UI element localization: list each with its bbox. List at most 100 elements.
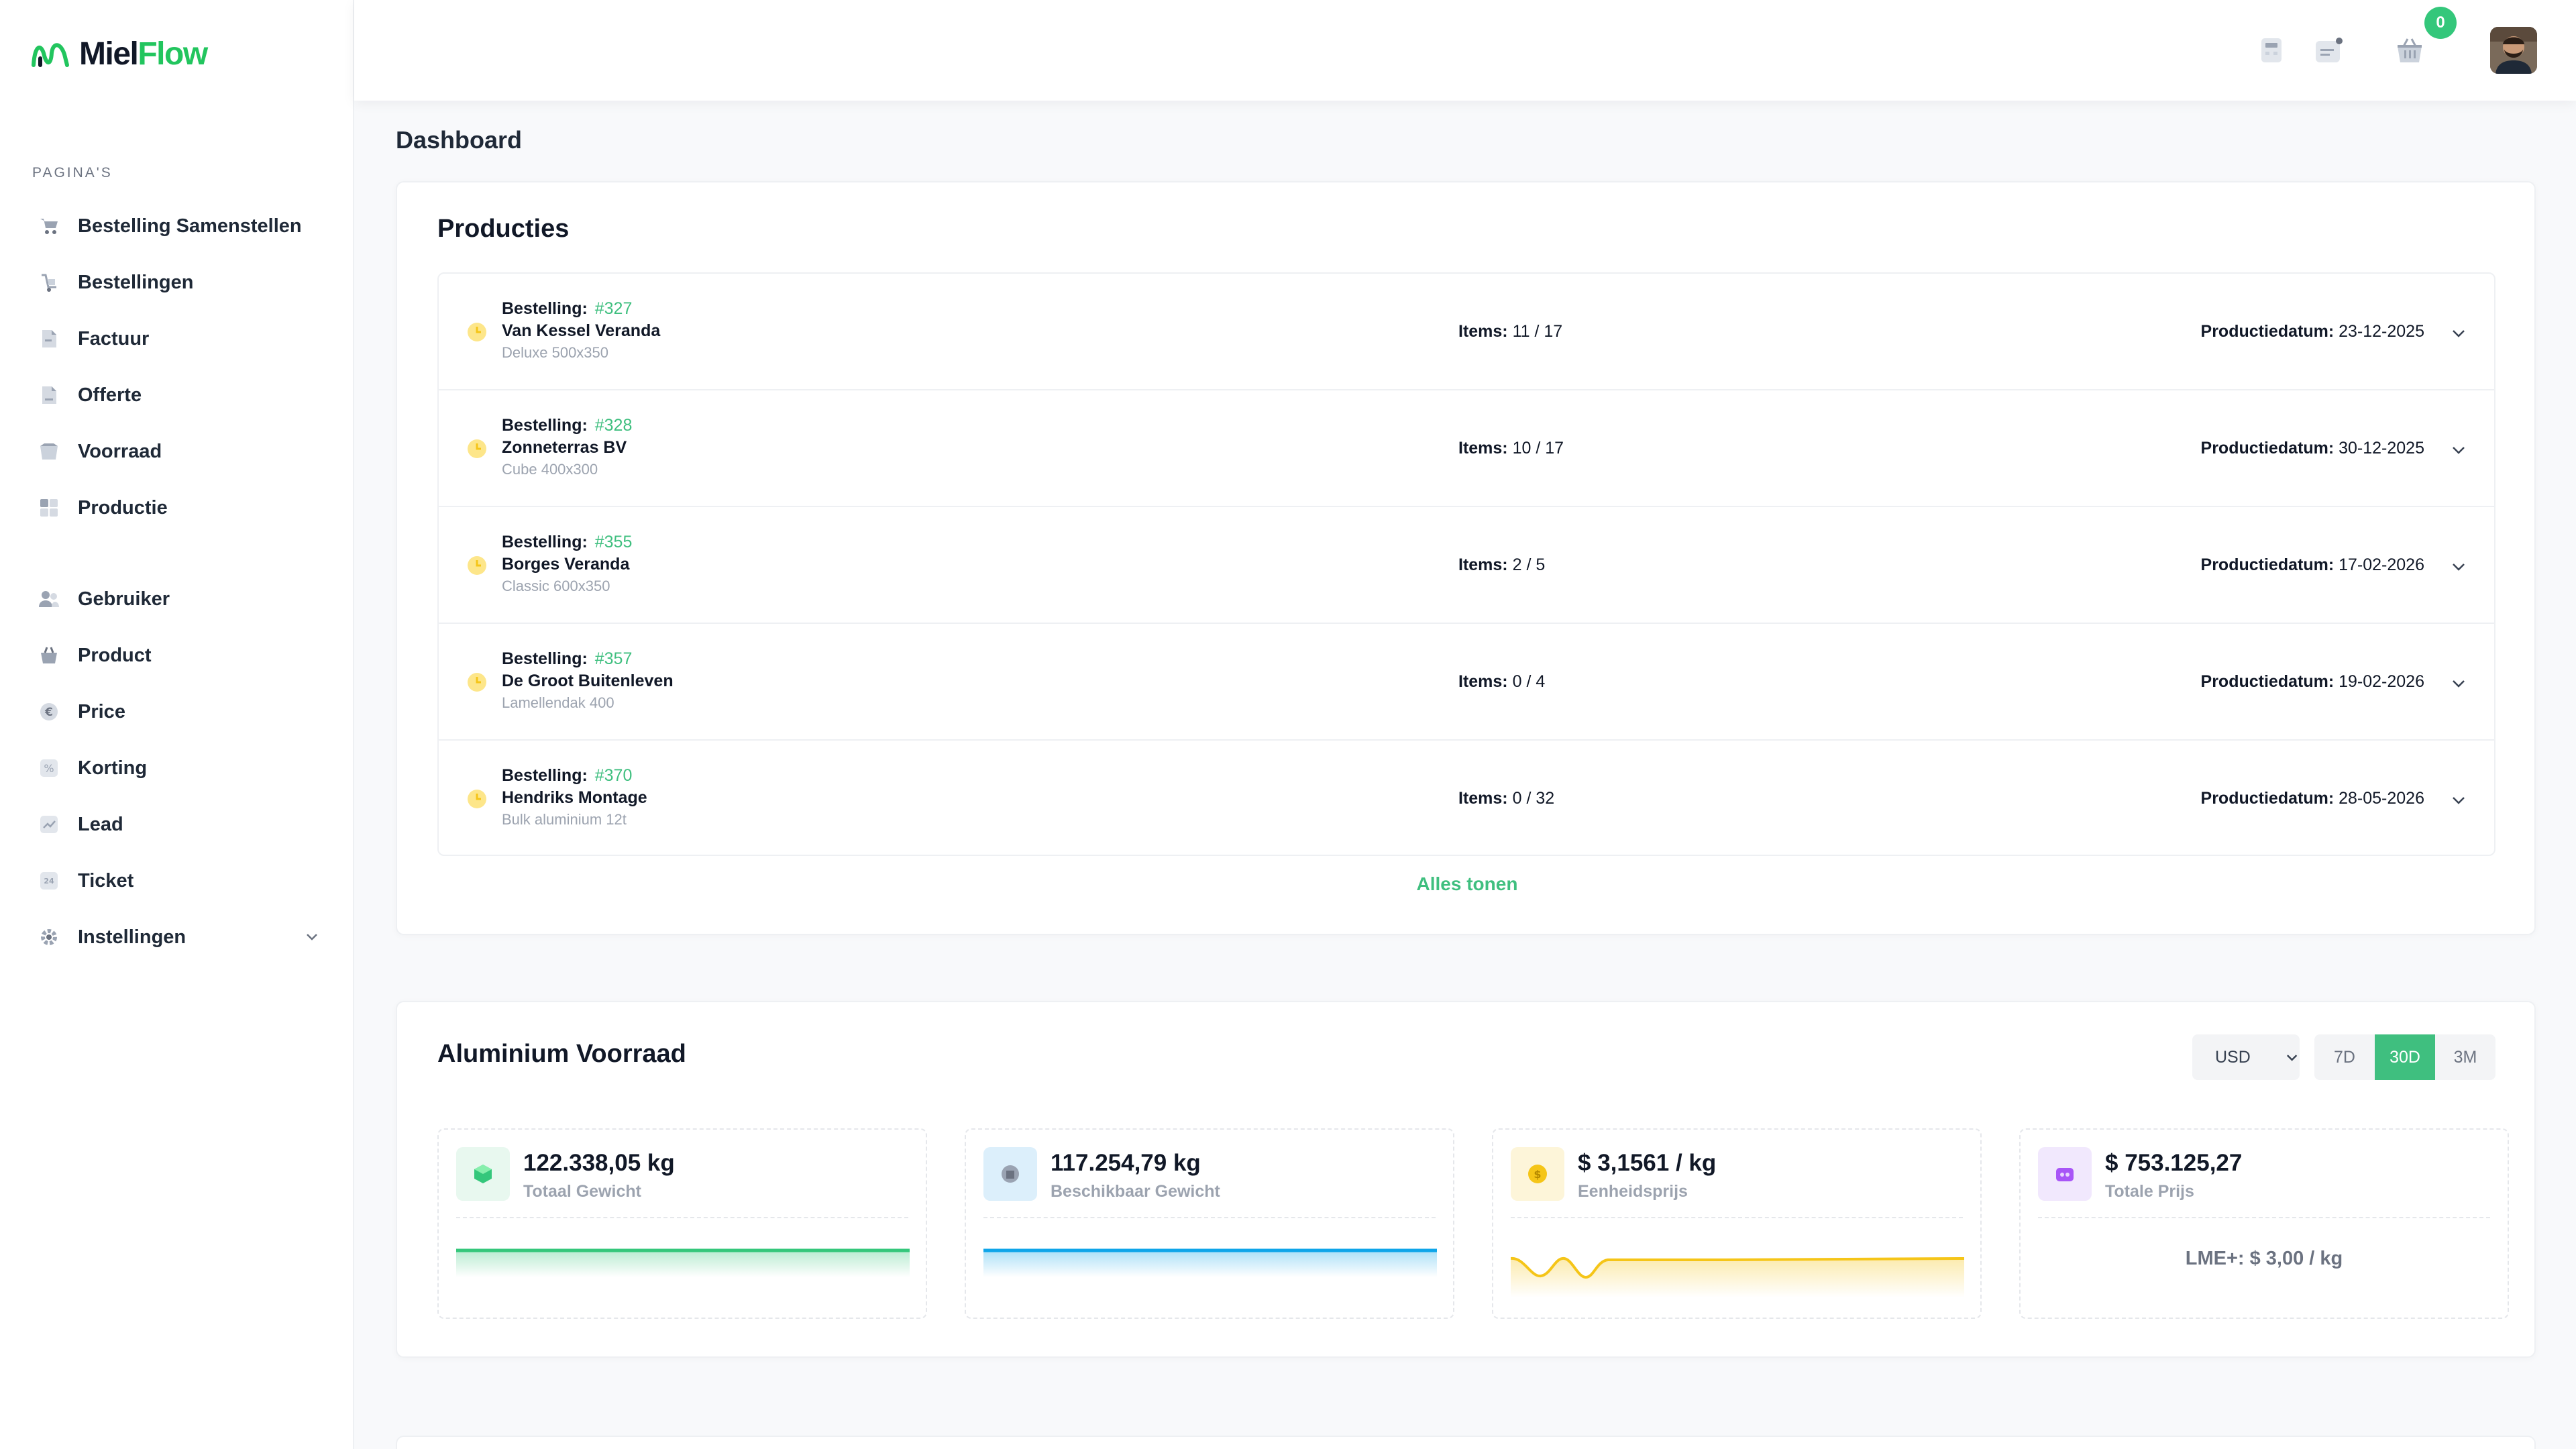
chevron-down-icon <box>2286 1055 2298 1061</box>
cart-count-badge: 0 <box>2424 7 2457 39</box>
cube-icon <box>456 1147 510 1201</box>
basket-icon[interactable] <box>2395 34 2424 67</box>
package-icon <box>983 1147 1037 1201</box>
production-date: Productiedatum: 28-05-2026 <box>2201 789 2424 808</box>
messages-icon[interactable] <box>2314 34 2344 67</box>
stat-unit-price: $ $ 3,1561 / kg Eenheidsprijs <box>1492 1128 1982 1319</box>
production-date: Productiedatum: 23-12-2025 <box>2201 322 2424 341</box>
wallet-icon <box>2038 1147 2092 1201</box>
divider <box>1511 1217 1963 1218</box>
order-number-link[interactable]: #328 <box>595 416 633 435</box>
calculator-icon[interactable] <box>2257 34 2286 67</box>
table-row[interactable]: Bestelling: #355 Borges Veranda Classic 60… <box>439 507 2494 624</box>
sidebar-item-offerte[interactable]: Offerte <box>30 372 338 419</box>
items-progress: Items: 10 / 17 <box>1458 439 1564 458</box>
sidebar-item-price[interactable]: € Price <box>30 688 338 735</box>
order-line: Bestelling: #355 <box>502 533 632 552</box>
production-list: Bestelling: #327 Van Kessel Veranda Deluxe… <box>437 272 2496 856</box>
chevron-down-icon[interactable] <box>2449 790 2469 810</box>
date-label: Productiedatum: <box>2200 555 2334 574</box>
sidebar-item-bestelling-samenstellen[interactable]: Bestelling Samenstellen <box>30 203 338 250</box>
app-logo[interactable]: MielFlow <box>31 34 208 74</box>
quote-icon <box>38 384 60 407</box>
order-number-link[interactable]: #370 <box>595 766 633 785</box>
stat-value: 122.338,05 kg <box>523 1150 675 1176</box>
total-weight-sparkline <box>456 1248 910 1277</box>
svg-text:$: $ <box>1534 1168 1541 1181</box>
sidebar-item-label: Korting <box>78 757 148 779</box>
sidebar-item-label: Lead <box>78 813 123 835</box>
clock-icon <box>468 790 486 808</box>
available-weight-sparkline <box>983 1248 1437 1277</box>
sidebar-item-label: Product <box>78 644 152 666</box>
sidebar-item-voorraad[interactable]: Voorraad <box>30 428 338 475</box>
productions-title: Producties <box>437 215 570 243</box>
logo-text: MielFlow <box>79 36 208 72</box>
sidebar-item-label: Instellingen <box>78 926 186 948</box>
currency-select[interactable]: USD <box>2192 1034 2300 1080</box>
date-label: Productiedatum: <box>2200 439 2334 458</box>
table-row[interactable]: Bestelling: #328 Zonneterras BV Cube 400x3… <box>439 390 2494 507</box>
range-30d-button[interactable]: 30D <box>2375 1034 2435 1080</box>
svg-text:24: 24 <box>44 877 54 885</box>
sidebar-item-gebruiker[interactable]: Gebruiker <box>30 576 338 623</box>
table-row[interactable]: Bestelling: #370 Hendriks Montage Bulk alu… <box>439 741 2494 857</box>
client-name: De Groot Buitenleven <box>502 672 674 690</box>
sidebar-item-lead[interactable]: Lead <box>30 801 338 848</box>
date-label: Productiedatum: <box>2200 789 2334 808</box>
sidebar-item-instellingen[interactable]: Instellingen <box>30 914 338 961</box>
items-label: Items: <box>1458 439 1508 458</box>
product-model: Bulk aluminium 12t <box>502 811 627 828</box>
sidebar-item-ticket[interactable]: 24 Ticket <box>30 857 338 904</box>
chevron-down-icon[interactable] <box>2449 440 2469 460</box>
clock-icon <box>468 439 486 458</box>
sidebar-item-label: Gebruiker <box>78 588 170 610</box>
items-label: Items: <box>1458 672 1508 691</box>
avatar[interactable] <box>2490 27 2537 74</box>
logo-mark-icon <box>32 43 69 67</box>
show-all-link[interactable]: Alles tonen <box>397 873 2537 895</box>
chevron-down-icon[interactable] <box>303 928 321 946</box>
chevron-down-icon[interactable] <box>2449 557 2469 577</box>
range-3m-button[interactable]: 3M <box>2435 1034 2496 1080</box>
chart-icon <box>38 813 60 836</box>
sidebar-item-factuur[interactable]: Factuur <box>30 315 338 362</box>
ticket-icon: 24 <box>38 869 60 892</box>
sidebar-item-bestellingen[interactable]: Bestellingen <box>30 259 338 306</box>
order-line: Bestelling: #327 <box>502 299 632 319</box>
date-label: Productiedatum: <box>2200 672 2334 691</box>
sidebar-item-product[interactable]: Product <box>30 632 338 679</box>
items-label: Items: <box>1458 789 1508 808</box>
client-name: Van Kessel Veranda <box>502 321 661 340</box>
order-number-link[interactable]: #327 <box>595 299 633 318</box>
order-number-link[interactable]: #355 <box>595 533 633 551</box>
clock-icon <box>468 556 486 575</box>
chevron-down-icon[interactable] <box>2449 674 2469 694</box>
divider <box>2038 1217 2490 1218</box>
sidebar-section-label: PAGINA'S <box>32 165 113 180</box>
order-label: Bestelling: <box>502 649 588 668</box>
page-title: Dashboard <box>396 126 523 154</box>
order-number-link[interactable]: #357 <box>595 649 633 668</box>
range-7d-button[interactable]: 7D <box>2314 1034 2375 1080</box>
box-icon <box>38 440 60 463</box>
grid-icon <box>38 496 60 519</box>
sidebar-item-productie[interactable]: Productie <box>30 484 338 531</box>
date-value: 19-02-2026 <box>2339 672 2424 691</box>
order-label: Bestelling: <box>502 416 588 435</box>
sidebar-item-korting[interactable]: % Korting <box>30 745 338 792</box>
table-row[interactable]: Bestelling: #327 Van Kessel Veranda Deluxe… <box>439 274 2494 390</box>
sidebar-item-label: Bestellingen <box>78 271 194 293</box>
svg-text:€: € <box>44 706 53 719</box>
percent-icon: % <box>38 757 60 780</box>
items-progress: Items: 2 / 5 <box>1458 555 1545 575</box>
order-line: Bestelling: #370 <box>502 766 632 786</box>
chevron-down-icon[interactable] <box>2449 323 2469 343</box>
stat-total-weight: 122.338,05 kg Totaal Gewicht <box>437 1128 927 1319</box>
production-date: Productiedatum: 30-12-2025 <box>2201 439 2424 458</box>
order-line: Bestelling: #328 <box>502 416 632 435</box>
clock-icon <box>468 323 486 341</box>
sidebar-item-label: Ticket <box>78 869 134 892</box>
table-row[interactable]: Bestelling: #357 De Groot Buitenleven Lame… <box>439 624 2494 741</box>
currency-value: USD <box>2215 1047 2251 1067</box>
